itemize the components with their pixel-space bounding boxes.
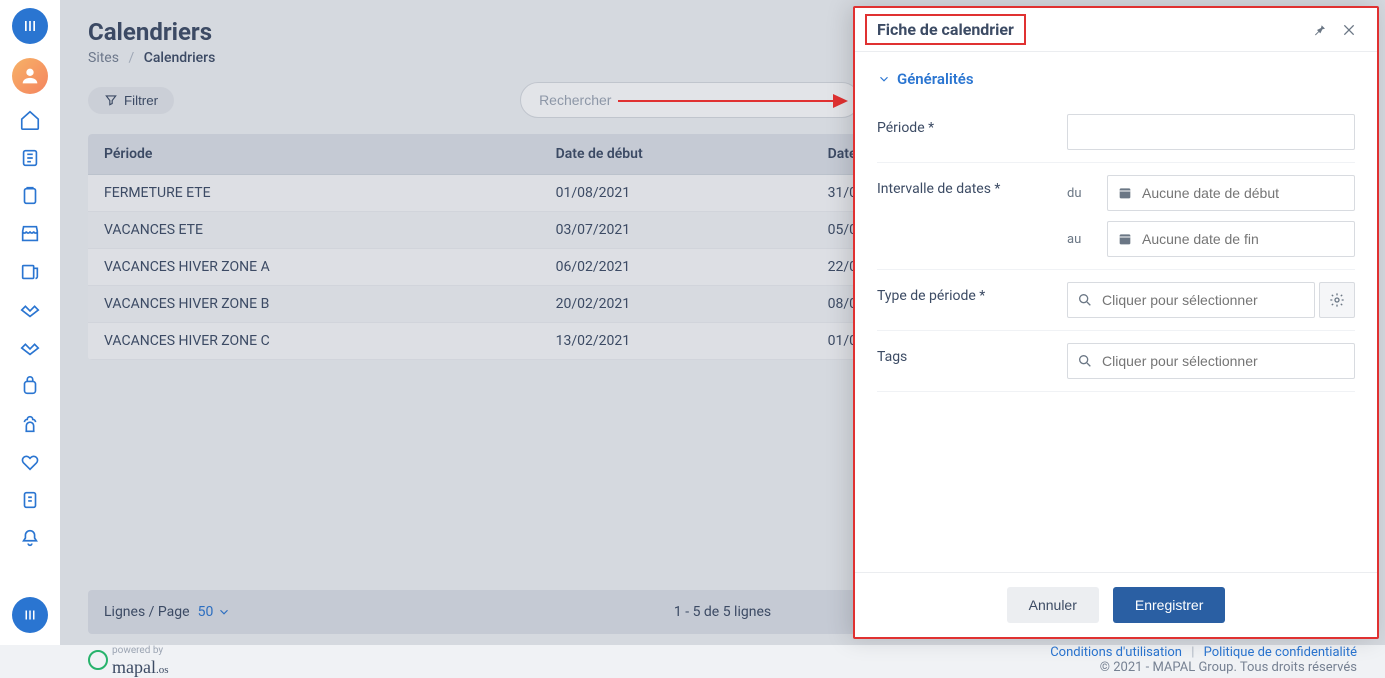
handshake-icon[interactable] <box>18 298 42 322</box>
brand-wave-icon <box>88 650 108 670</box>
label-type: Type de période * <box>877 282 1057 304</box>
heart-icon[interactable] <box>18 450 42 474</box>
col-periode[interactable]: Période <box>88 134 540 175</box>
news-icon[interactable] <box>18 260 42 284</box>
pagination-summary: 1 - 5 de 5 lignes <box>674 604 771 620</box>
calendar-icon <box>1117 185 1133 201</box>
label-du: du <box>1067 186 1093 201</box>
receipt-icon[interactable] <box>18 488 42 512</box>
date-debut-input[interactable] <box>1107 175 1355 211</box>
app-badge-icon[interactable] <box>12 597 48 633</box>
copyright: © 2021 - MAPAL Group. Tous droits réserv… <box>1050 660 1357 675</box>
per-page-select[interactable]: 50 <box>198 604 232 620</box>
chevron-down-icon <box>217 605 231 619</box>
user-avatar[interactable] <box>12 58 48 94</box>
close-icon[interactable] <box>1341 22 1357 38</box>
footer-brand: powered by mapal.os <box>88 642 169 678</box>
cell-periode: VACANCES ETE <box>88 212 540 249</box>
col-debut[interactable]: Date de début <box>540 134 812 175</box>
cell-periode: VACANCES HIVER ZONE C <box>88 323 540 360</box>
bag-icon[interactable] <box>18 374 42 398</box>
cell-debut: 03/07/2021 <box>540 212 812 249</box>
search-icon <box>1077 353 1093 369</box>
chevron-down-icon <box>877 72 891 86</box>
notes-icon[interactable] <box>18 146 42 170</box>
tags-select[interactable] <box>1067 343 1355 379</box>
section-toggle[interactable]: Généralités <box>877 70 1355 88</box>
label-intervalle: Intervalle de dates * <box>877 175 1057 197</box>
date-fin-input[interactable] <box>1107 221 1355 257</box>
bell-icon[interactable] <box>18 526 42 550</box>
powered-by: powered by <box>112 645 163 656</box>
sidebar <box>0 0 60 645</box>
store-icon[interactable] <box>18 222 42 246</box>
filter-icon <box>104 93 118 107</box>
label-au: au <box>1067 232 1093 247</box>
breadcrumb-root[interactable]: Sites <box>88 50 119 66</box>
cell-periode: FERMETURE ETE <box>88 175 540 212</box>
breadcrumb-separator: / <box>128 50 134 66</box>
label-tags: Tags <box>877 343 1057 365</box>
chef-icon[interactable] <box>18 412 42 436</box>
cell-debut: 20/02/2021 <box>540 286 812 323</box>
cell-periode: VACANCES HIVER ZONE A <box>88 249 540 286</box>
clipboard-icon[interactable] <box>18 184 42 208</box>
calendar-form-panel: Fiche de calendrier Généralités Période … <box>853 6 1379 639</box>
handshake2-icon[interactable] <box>18 336 42 360</box>
periode-input[interactable] <box>1067 114 1355 150</box>
cell-periode: VACANCES HIVER ZONE B <box>88 286 540 323</box>
filter-label: Filtrer <box>124 93 158 108</box>
calendar-icon <box>1117 231 1133 247</box>
cell-debut: 01/08/2021 <box>540 175 812 212</box>
label-periode: Période * <box>877 114 1057 136</box>
breadcrumb-current: Calendriers <box>144 50 216 66</box>
save-button[interactable]: Enregistrer <box>1113 587 1225 623</box>
panel-title: Fiche de calendrier <box>877 20 1014 39</box>
cell-debut: 13/02/2021 <box>540 323 812 360</box>
cancel-button[interactable]: Annuler <box>1007 587 1099 623</box>
type-select[interactable] <box>1067 282 1315 318</box>
search-icon <box>1077 292 1093 308</box>
privacy-link[interactable]: Politique de confidentialité <box>1204 645 1357 660</box>
panel-body: Généralités Période * Intervalle de date… <box>855 52 1377 572</box>
app-logo[interactable] <box>12 8 48 44</box>
cell-debut: 06/02/2021 <box>540 249 812 286</box>
terms-link[interactable]: Conditions d'utilisation <box>1050 645 1182 660</box>
footer: powered by mapal.os Conditions d'utilisa… <box>88 642 1357 678</box>
home-icon[interactable] <box>18 108 42 132</box>
search-input[interactable] <box>520 82 860 118</box>
lines-per-page-label: Lignes / Page <box>104 604 190 620</box>
gear-icon <box>1329 292 1345 308</box>
panel-footer: Annuler Enregistrer <box>855 572 1377 637</box>
pin-icon[interactable] <box>1311 22 1327 38</box>
filter-button[interactable]: Filtrer <box>88 87 174 114</box>
type-settings-button[interactable] <box>1319 282 1355 318</box>
panel-header: Fiche de calendrier <box>855 8 1377 52</box>
